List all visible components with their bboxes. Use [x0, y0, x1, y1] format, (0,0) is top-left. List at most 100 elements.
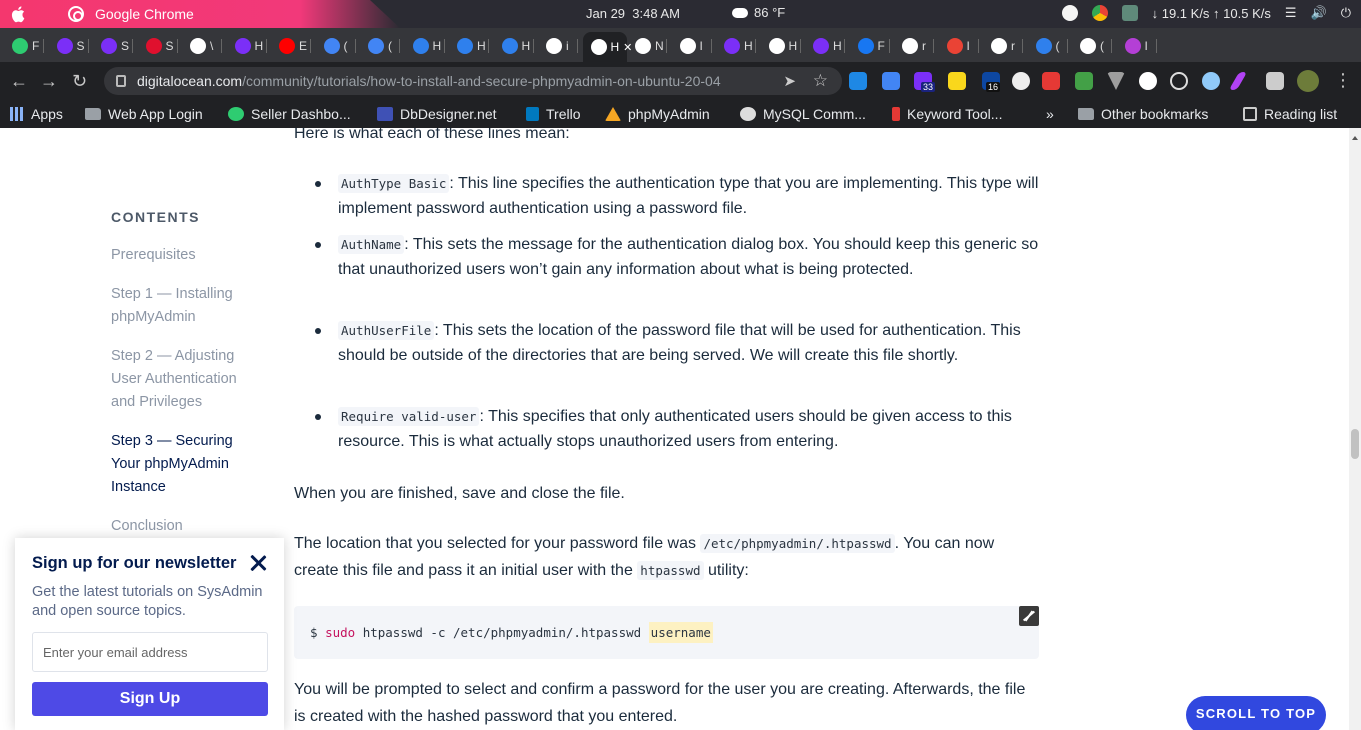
tab-title: S: [121, 39, 130, 53]
bookmark-web-app-login[interactable]: Web App Login: [85, 106, 203, 122]
wifi-icon[interactable]: ☰: [1285, 5, 1297, 21]
bookmark-keyword-tool[interactable]: Keyword Tool...: [892, 106, 1002, 122]
copy-code-icon[interactable]: [1019, 606, 1039, 626]
tab-title: I: [699, 39, 703, 53]
tab[interactable]: F: [850, 34, 890, 58]
toc-link-conclusion[interactable]: Conclusion: [111, 515, 261, 538]
cloud-icon: [732, 7, 748, 18]
tab[interactable]: H: [227, 34, 267, 58]
code-block[interactable]: $ sudo htpasswd -c /etc/phpmyadmin/.htpa…: [294, 606, 1039, 659]
toc-link-prerequisites[interactable]: Prerequisites: [111, 244, 261, 267]
scrollbar-thumb[interactable]: [1351, 429, 1359, 459]
tab[interactable]: S: [138, 34, 178, 58]
power-icon[interactable]: ⏻: [1341, 5, 1351, 21]
url-text[interactable]: digitalocean.com/community/tutorials/how…: [137, 73, 721, 89]
reload-icon[interactable]: ↻: [72, 71, 87, 91]
tab[interactable]: H: [494, 34, 534, 58]
tab[interactable]: (: [316, 34, 356, 58]
tab[interactable]: I: [1117, 34, 1157, 58]
sign-up-button[interactable]: Sign Up: [32, 682, 268, 716]
address-bar[interactable]: digitalocean.com/community/tutorials/how…: [104, 67, 842, 95]
email-input[interactable]: [32, 632, 268, 672]
extension-folder-icon[interactable]: [948, 72, 966, 90]
tab[interactable]: N: [627, 34, 667, 58]
apple-icon[interactable]: [10, 5, 28, 23]
tab-separator: [532, 39, 534, 53]
tab[interactable]: I: [672, 34, 712, 58]
extensions-puzzle-icon[interactable]: [1266, 72, 1284, 90]
tab[interactable]: S: [93, 34, 133, 58]
extension-icon-f[interactable]: [849, 72, 867, 90]
tab[interactable]: r: [983, 34, 1023, 58]
bookmark-phpmyadmin[interactable]: phpMyAdmin: [605, 106, 710, 122]
inline-code: AuthName: [338, 235, 405, 254]
tab[interactable]: H: [716, 34, 756, 58]
tab[interactable]: (: [360, 34, 400, 58]
bookmark-reading-list[interactable]: Reading list: [1243, 106, 1337, 122]
tab[interactable]: \: [182, 34, 222, 58]
toc-link-step-3[interactable]: Step 3 — Securing Your phpMyAdmin Instan…: [111, 430, 261, 499]
tab[interactable]: (: [1028, 34, 1068, 58]
bookmarks-overflow-chevron[interactable]: »: [1046, 106, 1054, 122]
extension-badge-icon[interactable]: 33: [914, 72, 936, 92]
tab-favicon-icon: [234, 38, 251, 54]
newsletter-popup: Sign up for our newsletter Get the lates…: [15, 538, 284, 730]
bookmark-trello[interactable]: Trello: [526, 106, 581, 122]
os-time: 3:48 AM: [632, 6, 680, 21]
tab[interactable]: H: [805, 34, 845, 58]
extension-d-icon[interactable]: [1012, 72, 1030, 90]
article-intro: Here is what each of these lines mean:: [294, 128, 570, 142]
menu-kebab-icon[interactable]: ⋮: [1334, 70, 1352, 90]
profile-avatar[interactable]: [1297, 70, 1319, 92]
toc-link-step-2[interactable]: Step 2 — Adjusting User Authentication a…: [111, 345, 261, 414]
bookmark-other-bookmarks[interactable]: Other bookmarks: [1078, 106, 1208, 122]
volume-icon[interactable]: 🔊: [1311, 5, 1327, 21]
extension-translate-icon[interactable]: [882, 72, 900, 90]
lock-icon[interactable]: [116, 75, 126, 87]
scroll-up-arrow-icon[interactable]: [1352, 136, 1358, 140]
tab[interactable]: F: [4, 34, 44, 58]
tab[interactable]: I: [939, 34, 979, 58]
extension-red-icon[interactable]: [1042, 72, 1060, 90]
active-app-name[interactable]: Google Chrome: [95, 6, 194, 22]
extension-blue-circle-icon[interactable]: [1202, 72, 1220, 90]
extension-bird-icon[interactable]: [1139, 72, 1157, 90]
extension-pen-icon[interactable]: [1228, 72, 1248, 90]
tab[interactable]: H: [761, 34, 801, 58]
tab[interactable]: H: [449, 34, 489, 58]
tray-cup-icon[interactable]: [1061, 5, 1078, 21]
paragraph-save: When you are finished, save and close th…: [294, 485, 625, 502]
back-icon[interactable]: ←: [10, 71, 28, 91]
close-icon[interactable]: [249, 554, 267, 572]
tab-title: S: [165, 39, 174, 53]
share-icon[interactable]: ➤: [783, 72, 796, 90]
toc-link-step-1[interactable]: Step 1 — Installing phpMyAdmin: [111, 283, 261, 329]
bookmark-star-icon[interactable]: ☆: [813, 71, 828, 91]
list-item: AuthName: This sets the message for the …: [294, 232, 1039, 318]
forward-icon[interactable]: →: [40, 71, 58, 91]
bookmark-apps[interactable]: Apps: [10, 106, 63, 122]
tab[interactable]: i: [538, 34, 578, 58]
tab[interactable]: H: [405, 34, 445, 58]
os-clock[interactable]: Jan 29 3:48 AM: [586, 6, 680, 21]
tab[interactable]: r: [894, 34, 934, 58]
weather-widget[interactable]: 86 °F: [732, 5, 785, 20]
bookmark-dbdesigner[interactable]: DbDesigner.net: [377, 106, 497, 122]
tab[interactable]: E: [271, 34, 311, 58]
command-line: $ sudo htpasswd -c /etc/phpmyadmin/.htpa…: [310, 622, 713, 643]
bookmark-mysql-community[interactable]: MySQL Comm...: [740, 106, 866, 122]
tab[interactable]: (: [1072, 34, 1112, 58]
tab-active[interactable]: H ✕: [582, 32, 632, 62]
extension-calendar-icon[interactable]: 16: [982, 72, 1001, 92]
extension-color-icon[interactable]: [1075, 72, 1093, 90]
scroll-to-top-button[interactable]: SCROLL TO TOP: [1186, 696, 1326, 730]
tray-monitor-icon[interactable]: [1121, 5, 1138, 21]
extension-vee-icon[interactable]: [1107, 72, 1125, 90]
extension-circle-icon[interactable]: [1170, 72, 1188, 90]
bookmark-seller-dashboard[interactable]: Seller Dashbo...: [228, 106, 351, 122]
page-scrollbar[interactable]: [1349, 128, 1361, 730]
tab[interactable]: S: [49, 34, 89, 58]
tray-chrome-icon[interactable]: [1091, 5, 1108, 21]
tab-title: F: [32, 39, 40, 53]
os-top-bar: Google Chrome Jan 29 3:48 AM 86 °F ↓ 19.…: [0, 0, 1361, 28]
